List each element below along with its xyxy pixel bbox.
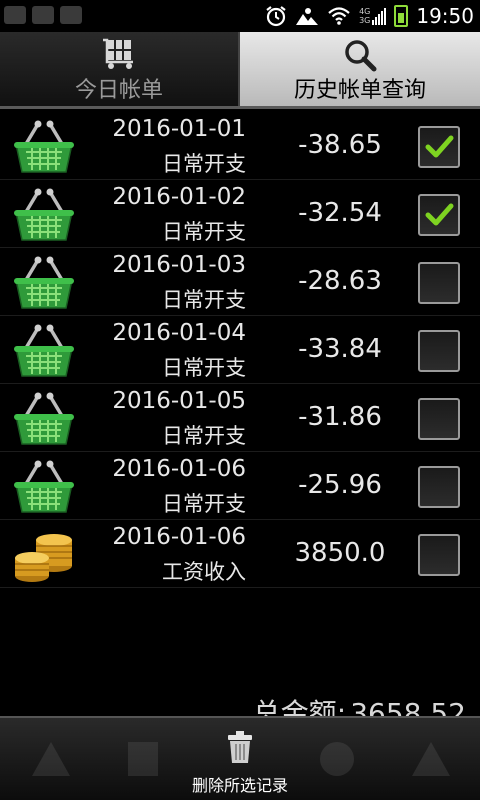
app-notification-icon <box>60 6 82 24</box>
search-icon <box>345 40 377 72</box>
app-notification-icon <box>4 6 26 24</box>
record-category: 日常开支 <box>162 492 246 516</box>
record-date: 2016-01-06 <box>112 456 246 482</box>
record-amount: -32.54 <box>298 198 382 228</box>
signal-icon <box>372 8 387 25</box>
ghost-menu-icon <box>412 742 450 776</box>
delete-selected-label: 删除所选记录 <box>191 776 288 795</box>
bill-record-row[interactable]: 2016-01-02 日常开支 -32.54 <box>0 180 480 248</box>
record-category: 日常开支 <box>162 356 246 380</box>
record-select-checkbox[interactable] <box>418 126 460 168</box>
record-date: 2016-01-01 <box>112 116 246 142</box>
record-select-checkbox[interactable] <box>418 194 460 236</box>
record-category: 日常开支 <box>162 220 246 244</box>
cart-icon <box>103 38 133 69</box>
record-date: 2016-01-03 <box>112 252 246 278</box>
bill-record-row[interactable]: 2016-01-04 日常开支 -33.84 <box>0 316 480 384</box>
record-amount: -28.63 <box>298 266 382 296</box>
trash-icon <box>228 731 252 763</box>
basket-icon <box>14 460 74 513</box>
tab-history-query[interactable]: 历史帐单查询 <box>240 32 480 108</box>
record-select-checkbox[interactable] <box>418 262 460 304</box>
record-select-checkbox[interactable] <box>418 330 460 372</box>
signal-indicator: 4G 3G <box>359 6 387 26</box>
app-notification-icon <box>32 6 54 24</box>
basket-icon <box>14 392 74 445</box>
tab-today-bill[interactable]: 今日帐单 <box>0 32 240 108</box>
alarm-icon <box>266 6 286 27</box>
coins-icon <box>15 534 72 582</box>
basket-icon <box>14 120 74 173</box>
tab-history-query-label: 历史帐单查询 <box>293 78 426 103</box>
record-select-checkbox[interactable] <box>418 466 460 508</box>
record-amount: -33.84 <box>298 334 382 364</box>
system-icons: 4G 3G 19:50 <box>265 3 474 29</box>
record-category: 日常开支 <box>162 424 246 448</box>
record-date: 2016-01-02 <box>112 184 246 210</box>
bill-record-row[interactable]: 2016-01-05 日常开支 -31.86 <box>0 384 480 452</box>
bottom-action-bar: 删除所选记录 <box>0 716 480 800</box>
clock-time: 19:50 <box>416 4 474 28</box>
wifi-icon <box>328 7 350 25</box>
battery-charging-icon <box>394 5 409 27</box>
record-select-checkbox[interactable] <box>418 534 460 576</box>
basket-icon <box>14 256 74 309</box>
tab-divider <box>0 106 480 109</box>
bill-record-row[interactable]: 2016-01-06 工资收入 3850.0 <box>0 520 480 588</box>
ghost-menu-icon <box>320 742 354 776</box>
ghost-menu-icon <box>32 742 70 776</box>
bill-record-row[interactable]: 2016-01-06 日常开支 -25.96 <box>0 452 480 520</box>
record-category: 工资收入 <box>162 560 246 584</box>
record-category: 日常开支 <box>162 288 246 312</box>
delete-selected-button[interactable]: 删除所选记录 <box>160 730 320 796</box>
bill-record-row[interactable]: 2016-01-03 日常开支 -28.63 <box>0 248 480 316</box>
bill-record-list: 2016-01-01 日常开支 -38.65 2016-01-02 日常开支 -32.5… <box>0 112 480 588</box>
bill-record-row[interactable]: 2016-01-01 日常开支 -38.65 <box>0 112 480 180</box>
weather-icon <box>296 8 319 25</box>
tab-bar: 今日帐单 历史帐单查询 <box>0 32 480 108</box>
status-bar: 4G 3G 19:50 <box>0 0 480 32</box>
record-date: 2016-01-04 <box>112 320 246 346</box>
checkmark-icon <box>425 203 454 226</box>
network-label-3g: 3G <box>359 16 371 25</box>
network-label-4g: 4G <box>359 7 371 16</box>
record-amount: -38.65 <box>298 130 382 160</box>
record-amount: -25.96 <box>298 470 382 500</box>
record-date: 2016-01-06 <box>112 524 246 550</box>
record-amount: 3850.0 <box>294 538 386 568</box>
checkmark-icon <box>425 135 454 158</box>
basket-icon <box>14 324 74 377</box>
record-date: 2016-01-05 <box>112 388 246 414</box>
record-amount: -31.86 <box>298 402 382 432</box>
record-category: 日常开支 <box>162 152 246 176</box>
notification-icons <box>4 6 82 24</box>
record-select-checkbox[interactable] <box>418 398 460 440</box>
basket-icon <box>14 188 74 241</box>
tab-today-bill-label: 今日帐单 <box>74 78 163 103</box>
